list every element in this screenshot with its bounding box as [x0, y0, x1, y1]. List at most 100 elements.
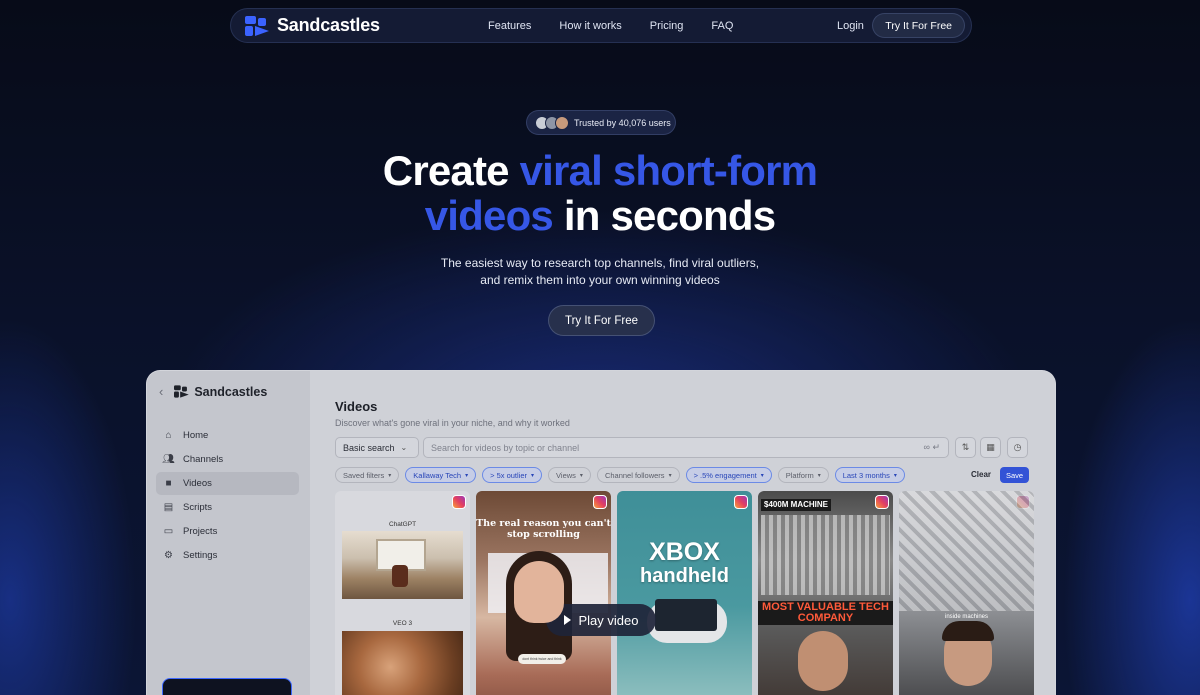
chevron-down-icon: ▾ — [465, 472, 469, 479]
nav-faq[interactable]: FAQ — [711, 20, 733, 32]
sidebar-item-scripts[interactable]: ▤ Scripts — [156, 496, 299, 519]
chevron-down-icon: ▾ — [388, 472, 392, 479]
machine-image — [761, 515, 890, 595]
sort-icon[interactable]: ⇅ — [955, 437, 976, 458]
filter-outlier[interactable]: > 5x outlier ▾ — [482, 467, 543, 483]
headline-line-2: videos in seconds — [0, 193, 1200, 238]
filter-channel-followers[interactable]: Channel followers ▾ — [596, 467, 680, 483]
video-caption: MOST VALUABLE TECH COMPANY — [758, 601, 893, 625]
play-video-label: Play video — [578, 612, 639, 628]
back-chevron-icon[interactable]: ‹ — [159, 384, 163, 399]
chevron-down-icon: ▾ — [531, 472, 535, 479]
document-icon: ▤ — [163, 502, 174, 513]
filter-label: Views — [556, 470, 576, 480]
sidebar-item-channels[interactable]: 👥︎ Channels — [156, 448, 299, 471]
users-icon: 👥︎ — [162, 454, 175, 465]
nav-try-free-button[interactable]: Try It For Free — [872, 13, 965, 38]
video-thumbnail — [342, 631, 463, 695]
sidebar-item-videos[interactable]: ■ Videos — [156, 472, 299, 495]
filter-views[interactable]: Views ▾ — [548, 467, 591, 483]
search-input[interactable]: Search for videos by topic or channel ∞ … — [423, 437, 949, 458]
filter-channel[interactable]: Kallaway Tech ▾ — [405, 467, 477, 483]
search-actions-icon[interactable]: ∞ ↵ — [924, 442, 940, 453]
filter-label: Last 3 months — [842, 470, 890, 480]
history-icon[interactable]: ◷ — [1007, 437, 1028, 458]
subtitle-bubble: dont think twice and think — [518, 654, 566, 664]
instagram-icon — [593, 495, 607, 509]
person-hair — [942, 621, 994, 641]
person-face — [514, 561, 564, 623]
chevron-down-icon: ▾ — [579, 472, 583, 479]
filter-label: > 5x outlier — [490, 470, 528, 480]
headline-line-1: Create viral short-form — [0, 148, 1200, 193]
instagram-icon — [734, 495, 748, 509]
filter-label: > .5% engagement — [693, 470, 757, 480]
video-caption: inside machines — [944, 614, 989, 620]
play-icon — [563, 615, 571, 625]
search-mode-select[interactable]: Basic search ⌄ — [335, 437, 419, 458]
app-brand-name: Sandcastles — [194, 384, 268, 399]
card-label: ChatGPT — [388, 521, 417, 528]
video-thumbnail — [342, 531, 463, 599]
filter-label: Platform — [785, 470, 814, 480]
video-grid: ChatGPT VEO 3 The real reason you can't … — [335, 491, 1040, 695]
sidebar-item-settings[interactable]: ⚙ Settings — [156, 544, 299, 567]
filter-label: Kallaway Tech — [413, 470, 462, 480]
video-icon: ■ — [165, 478, 172, 489]
videos-panel: Videos Discover what's gone viral in you… — [310, 371, 1055, 695]
filter-platform[interactable]: Platform ▾ — [777, 467, 829, 483]
trusted-badge: Trusted by 40,076 users — [526, 110, 676, 135]
home-icon: ⌂ — [165, 430, 172, 441]
chevron-down-icon: ▾ — [760, 472, 764, 479]
search-mode-label: Basic search — [343, 442, 395, 453]
instagram-icon — [452, 495, 466, 509]
nav-how-it-works[interactable]: How it works — [559, 20, 621, 32]
sidebar-item-projects[interactable]: ▭ Projects — [156, 520, 299, 543]
filter-engagement[interactable]: > .5% engagement ▾ — [685, 467, 772, 483]
sidebar-promo-card[interactable] — [162, 678, 292, 695]
caption-line: handheld — [640, 565, 729, 587]
headline-white: Create — [382, 147, 520, 194]
nav-pricing[interactable]: Pricing — [650, 20, 684, 32]
search-placeholder: Search for videos by topic or channel — [431, 442, 580, 453]
login-link[interactable]: Login — [837, 20, 864, 32]
video-card[interactable]: The real reason you can't stop scrolling… — [476, 491, 611, 695]
trusted-text: Trusted by 40,076 users — [574, 117, 671, 128]
brand-name: Sandcastles — [277, 15, 380, 35]
filter-date-range[interactable]: Last 3 months ▾ — [834, 467, 905, 483]
chevron-down-icon: ⌄ — [400, 443, 408, 452]
avatar — [555, 115, 569, 130]
hero-try-free-button[interactable]: Try It For Free — [548, 305, 655, 336]
filter-label: Saved filters — [343, 470, 385, 480]
sidebar-item-label: Settings — [183, 550, 218, 561]
sidebar-item-label: Home — [183, 430, 209, 441]
clear-filters-button[interactable]: Clear — [971, 470, 991, 479]
video-card[interactable]: $400M MACHINE MOST VALUABLE TECH COMPANY — [758, 491, 893, 695]
headline-white: in seconds — [553, 192, 776, 239]
sidebar-item-label: Projects — [183, 526, 218, 537]
chevron-down-icon: ▾ — [668, 472, 672, 479]
video-card[interactable]: inside machines — [899, 491, 1034, 695]
chevron-down-icon: ▾ — [893, 472, 897, 479]
filter-saved-filters[interactable]: Saved filters ▾ — [335, 467, 400, 483]
headline-highlight: viral short-form — [519, 147, 818, 194]
save-filters-button[interactable]: Save — [1000, 467, 1029, 483]
app-preview-window: ‹ Sandcastles ⌂ Home 👥︎ Channels ■ Videos ▤… — [146, 370, 1056, 695]
gear-icon: ⚙ — [164, 550, 173, 561]
sidebar-item-label: Videos — [183, 478, 212, 489]
video-caption: XBOX handheld — [617, 538, 752, 588]
grid-view-icon[interactable]: ▦ — [980, 437, 1001, 458]
filter-label: Channel followers — [604, 470, 665, 480]
lab-image — [899, 491, 1034, 611]
sidebar-item-home[interactable]: ⌂ Home — [156, 424, 299, 447]
video-tag: $400M MACHINE — [761, 499, 832, 511]
page-title: Videos — [335, 399, 378, 414]
hero-subtitle-1: The easiest way to research top channels… — [440, 256, 760, 270]
video-card[interactable]: ChatGPT VEO 3 — [335, 491, 470, 695]
sandcastles-logo-icon — [245, 15, 269, 36]
brand-logo[interactable]: Sandcastles — [245, 15, 380, 36]
nav-features[interactable]: Features — [488, 20, 531, 32]
video-card[interactable]: XBOX handheld — [617, 491, 752, 695]
instagram-icon — [875, 495, 889, 509]
caption-line: XBOX — [649, 538, 720, 566]
